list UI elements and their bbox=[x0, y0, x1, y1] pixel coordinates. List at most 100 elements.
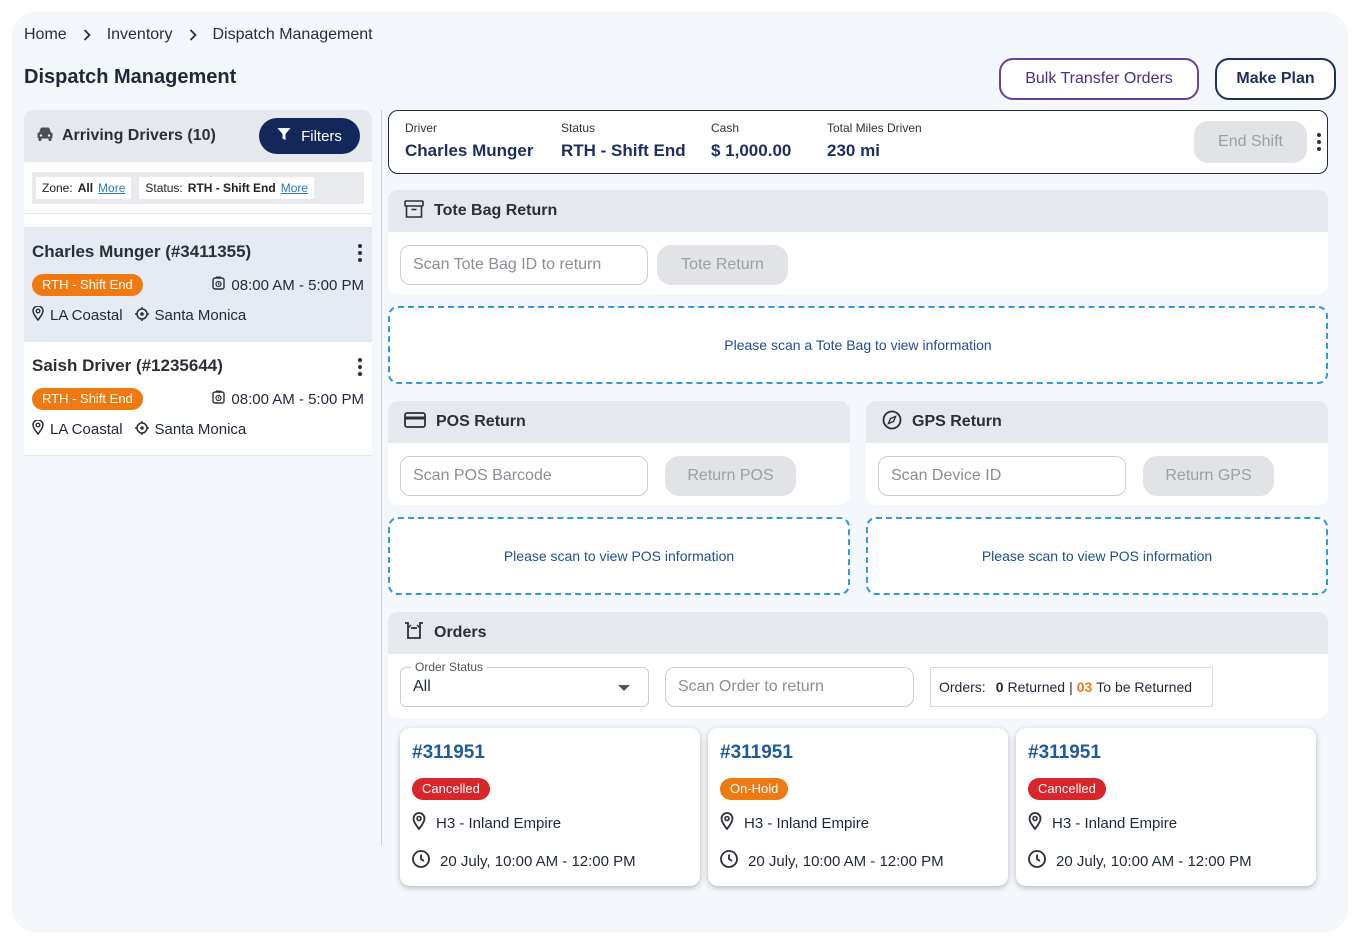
end-shift-button[interactable]: End Shift bbox=[1194, 121, 1307, 163]
orders-section: Orders Order Status All Scan Order to re… bbox=[388, 612, 1328, 718]
cash-label: Cash bbox=[711, 121, 740, 135]
pos-return-section: POS Return Scan POS Barcode Return POS bbox=[388, 401, 850, 505]
order-status-badge: Cancelled bbox=[1028, 778, 1106, 800]
compass-icon bbox=[882, 410, 902, 435]
driver-status-badge: RTH - Shift End bbox=[32, 388, 143, 410]
cash-value: $ 1,000.00 bbox=[711, 141, 792, 160]
location-pin-icon bbox=[1028, 812, 1042, 834]
tote-return-button[interactable]: Tote Return bbox=[657, 245, 788, 285]
miles-value: 230 mi bbox=[827, 141, 880, 160]
driver-name: Saish Driver (#1235644) bbox=[32, 356, 223, 375]
arriving-drivers-panel: Arriving Drivers (10) Filters Zone: All … bbox=[24, 110, 372, 456]
page-title: Dispatch Management bbox=[24, 66, 237, 88]
to-return-label: To be Returned bbox=[1096, 679, 1193, 695]
filters-label: Filters bbox=[301, 127, 342, 145]
more-options-icon[interactable] bbox=[1317, 133, 1321, 151]
clock-icon bbox=[212, 276, 226, 294]
make-plan-button[interactable]: Make Plan bbox=[1215, 58, 1336, 100]
order-id[interactable]: #311951 bbox=[720, 742, 996, 764]
location-pin-icon bbox=[32, 305, 44, 325]
target-location-icon bbox=[134, 306, 149, 325]
order-status-badge: On-Hold bbox=[720, 778, 789, 800]
tote-bag-return-title: Tote Bag Return bbox=[434, 202, 558, 219]
order-card[interactable]: #311951 Cancelled H3 - Inland Empire 20 … bbox=[400, 728, 700, 886]
basket-icon bbox=[404, 621, 424, 645]
breadcrumb-inventory[interactable]: Inventory bbox=[107, 26, 173, 44]
gps-info-placeholder: Please scan to view POS information bbox=[866, 517, 1328, 595]
bulk-transfer-orders-button[interactable]: Bulk Transfer Orders bbox=[999, 58, 1199, 100]
active-filters: Zone: All More Status: RTH - Shift End M… bbox=[24, 162, 372, 214]
return-gps-button[interactable]: Return GPS bbox=[1143, 456, 1274, 496]
location-pin-icon bbox=[412, 812, 426, 834]
clock-icon bbox=[1028, 850, 1046, 872]
location-pin-icon bbox=[720, 812, 734, 834]
chip-value: All bbox=[77, 181, 94, 195]
order-status-badge: Cancelled bbox=[412, 778, 490, 800]
orders-count-summary: Orders: 0 Returned | 03 To be Returned bbox=[930, 667, 1213, 707]
chevron-right-icon bbox=[83, 29, 91, 41]
driver-location: LA Coastal bbox=[50, 307, 123, 324]
tote-bag-info-placeholder: Please scan a Tote Bag to view informati… bbox=[388, 306, 1328, 384]
order-status-legend: Order Status bbox=[411, 660, 488, 674]
pos-barcode-input[interactable]: Scan POS Barcode bbox=[400, 456, 648, 496]
order-status-select[interactable]: Order Status All bbox=[400, 660, 649, 707]
order-id[interactable]: #311951 bbox=[1028, 742, 1304, 764]
to-return-count: 03 bbox=[1076, 679, 1093, 695]
zone-more-link[interactable]: More bbox=[98, 181, 125, 195]
order-card[interactable]: #311951 On-Hold H3 - Inland Empire 20 Ju… bbox=[708, 728, 1008, 886]
chip-label: Status: bbox=[145, 181, 183, 195]
location-pin-icon bbox=[32, 419, 44, 439]
list-spacer bbox=[24, 214, 372, 228]
status-label: Status bbox=[561, 121, 596, 135]
order-status-value: All bbox=[413, 678, 431, 695]
order-card[interactable]: #311951 Cancelled H3 - Inland Empire 20 … bbox=[1016, 728, 1316, 886]
driver-location: LA Coastal bbox=[50, 421, 123, 438]
driver-info-bar: Driver Charles Munger Status RTH - Shift… bbox=[388, 110, 1328, 174]
clock-icon bbox=[412, 850, 430, 872]
tote-bag-return-header: Tote Bag Return bbox=[388, 190, 1328, 232]
chip-value: RTH - Shift End bbox=[187, 181, 276, 195]
return-pos-button[interactable]: Return POS bbox=[665, 456, 796, 496]
filter-icon bbox=[277, 127, 291, 145]
driver-status-badge: RTH - Shift End bbox=[32, 274, 143, 296]
more-options-icon[interactable] bbox=[356, 358, 364, 376]
scan-order-input[interactable]: Scan Order to return bbox=[665, 667, 914, 707]
more-options-icon[interactable] bbox=[356, 244, 364, 262]
order-time: 20 July, 10:00 AM - 12:00 PM bbox=[440, 852, 636, 870]
chip-label: Zone: bbox=[42, 181, 73, 195]
cash-info: Cash $ 1,000.00 bbox=[711, 121, 791, 161]
driver-value: Charles Munger bbox=[405, 141, 534, 160]
driver-area: Santa Monica bbox=[154, 421, 247, 438]
caret-down-icon bbox=[618, 685, 630, 691]
miles-info: Total Miles Driven 230 mi bbox=[827, 121, 922, 161]
tote-bag-return-section: Tote Bag Return Scan Tote Bag ID to retu… bbox=[388, 190, 1328, 294]
gps-return-header: GPS Return bbox=[866, 401, 1328, 443]
breadcrumb-home[interactable]: Home bbox=[24, 26, 67, 44]
driver-label: Driver bbox=[405, 121, 437, 135]
archive-box-icon bbox=[404, 199, 424, 224]
order-id[interactable]: #311951 bbox=[412, 742, 688, 764]
miles-label: Total Miles Driven bbox=[827, 121, 922, 135]
arriving-drivers-header: Arriving Drivers (10) Filters bbox=[24, 110, 372, 162]
driver-area: Santa Monica bbox=[154, 307, 247, 324]
driver-shift-time: 08:00 AM - 5:00 PM bbox=[231, 276, 364, 294]
arriving-drivers-title: Arriving Drivers (10) bbox=[62, 127, 216, 144]
pos-return-title: POS Return bbox=[436, 413, 526, 430]
status-filter-chip: Status: RTH - Shift End More bbox=[139, 177, 315, 199]
target-location-icon bbox=[134, 420, 149, 439]
status-info: Status RTH - Shift End bbox=[561, 121, 686, 161]
car-icon bbox=[36, 126, 54, 147]
pos-info-placeholder: Please scan to view POS information bbox=[388, 517, 850, 595]
order-location: H3 - Inland Empire bbox=[436, 814, 562, 832]
driver-list-item[interactable]: Saish Driver (#1235644) RTH - Shift End … bbox=[24, 342, 372, 456]
order-time: 20 July, 10:00 AM - 12:00 PM bbox=[1056, 852, 1252, 870]
driver-list-item[interactable]: Charles Munger (#3411355) RTH - Shift En… bbox=[24, 228, 372, 342]
device-id-input[interactable]: Scan Device ID bbox=[878, 456, 1126, 496]
status-value: RTH - Shift End bbox=[561, 141, 686, 160]
driver-info: Driver Charles Munger bbox=[405, 121, 533, 161]
chevron-right-icon bbox=[189, 29, 197, 41]
tote-bag-id-input[interactable]: Scan Tote Bag ID to return bbox=[400, 245, 648, 285]
pos-return-header: POS Return bbox=[388, 401, 850, 443]
filters-button[interactable]: Filters bbox=[259, 118, 360, 154]
status-more-link[interactable]: More bbox=[281, 181, 308, 195]
